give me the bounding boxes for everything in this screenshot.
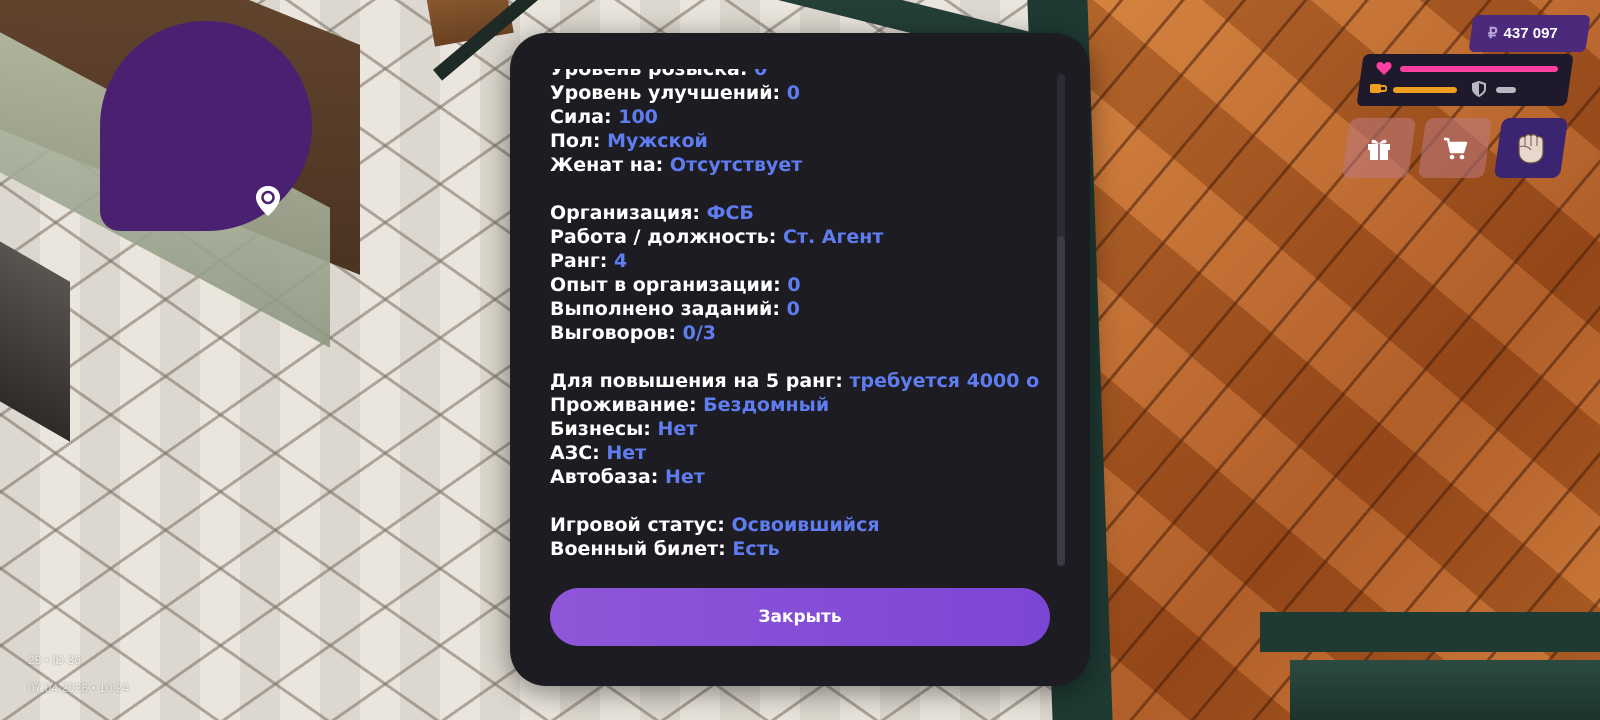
stat-gap — [550, 345, 1040, 369]
stat-line: Женат на: Отсутствует — [550, 154, 803, 176]
cart-icon — [1444, 137, 1468, 160]
stat-line: Бизнесы: Нет — [550, 418, 698, 440]
armor-shield-icon — [1472, 81, 1486, 97]
stat-line: Выполнено заданий: 0 — [550, 298, 800, 320]
stat-line: Игровой статус: Освоившийся — [550, 514, 880, 536]
system-info: 29 • ID 36 07.04.2026 • 10:24 — [28, 646, 129, 702]
health-bar — [1400, 66, 1558, 72]
money-amount: 437 097 — [1503, 25, 1558, 42]
hunger-bar — [1393, 87, 1457, 93]
stat-line: Уровень розыска: 0 — [550, 69, 768, 80]
stat-gap — [550, 177, 1040, 201]
stats-scroll-area[interactable]: Уровень розыска: 0 Уровень улучшений: 0 … — [550, 69, 1040, 599]
stat-gap — [550, 489, 1040, 513]
green-rail — [1260, 612, 1600, 652]
coffee-cup-icon — [1370, 84, 1387, 93]
stat-line: Опыт в организации: 0 — [550, 274, 801, 296]
fist-icon — [1518, 134, 1544, 164]
player-id-text: 29 • ID 36 — [28, 653, 81, 667]
green-rail-lower — [1290, 660, 1600, 720]
stat-line: Пол: Мужской — [550, 130, 708, 152]
stat-line: АЗС: Нет — [550, 442, 647, 464]
shop-cart-button[interactable] — [1417, 118, 1493, 178]
scrollbar-thumb[interactable] — [1057, 236, 1065, 566]
stat-line: Военный билет: Есть — [550, 538, 780, 560]
stat-line: Выговоров: 0/3 — [550, 322, 717, 344]
stat-line: Для повышения на 5 ранг: требуется 4000 … — [550, 370, 1040, 392]
date-time-text: 07.04.2026 • 10:24 — [28, 681, 129, 695]
stat-line: Автобаза: Нет — [550, 466, 705, 488]
stats-list: Уровень розыска: 0 Уровень улучшений: 0 … — [550, 69, 1040, 561]
close-button[interactable]: Закрыть — [550, 588, 1050, 646]
weapon-fist-button[interactable] — [1493, 118, 1569, 178]
heart-icon — [1376, 62, 1392, 75]
armor-bar — [1496, 87, 1516, 93]
money-display: ₽437 097 — [1488, 24, 1558, 42]
location-pin-icon[interactable] — [255, 185, 281, 217]
gift-icon — [1368, 139, 1390, 160]
stat-line: Проживание: Бездомный — [550, 394, 830, 416]
stat-line: Ранг: 4 — [550, 250, 628, 272]
ruble-icon: ₽ — [1488, 25, 1498, 42]
stat-line: Сила: 100 — [550, 106, 658, 128]
stat-line: Работа / должность: Ст. Агент — [550, 226, 884, 248]
stat-line: Организация: ФСБ — [550, 202, 754, 224]
stat-line: Уровень улучшений: 0 — [550, 82, 800, 104]
gift-button[interactable] — [1341, 118, 1417, 178]
